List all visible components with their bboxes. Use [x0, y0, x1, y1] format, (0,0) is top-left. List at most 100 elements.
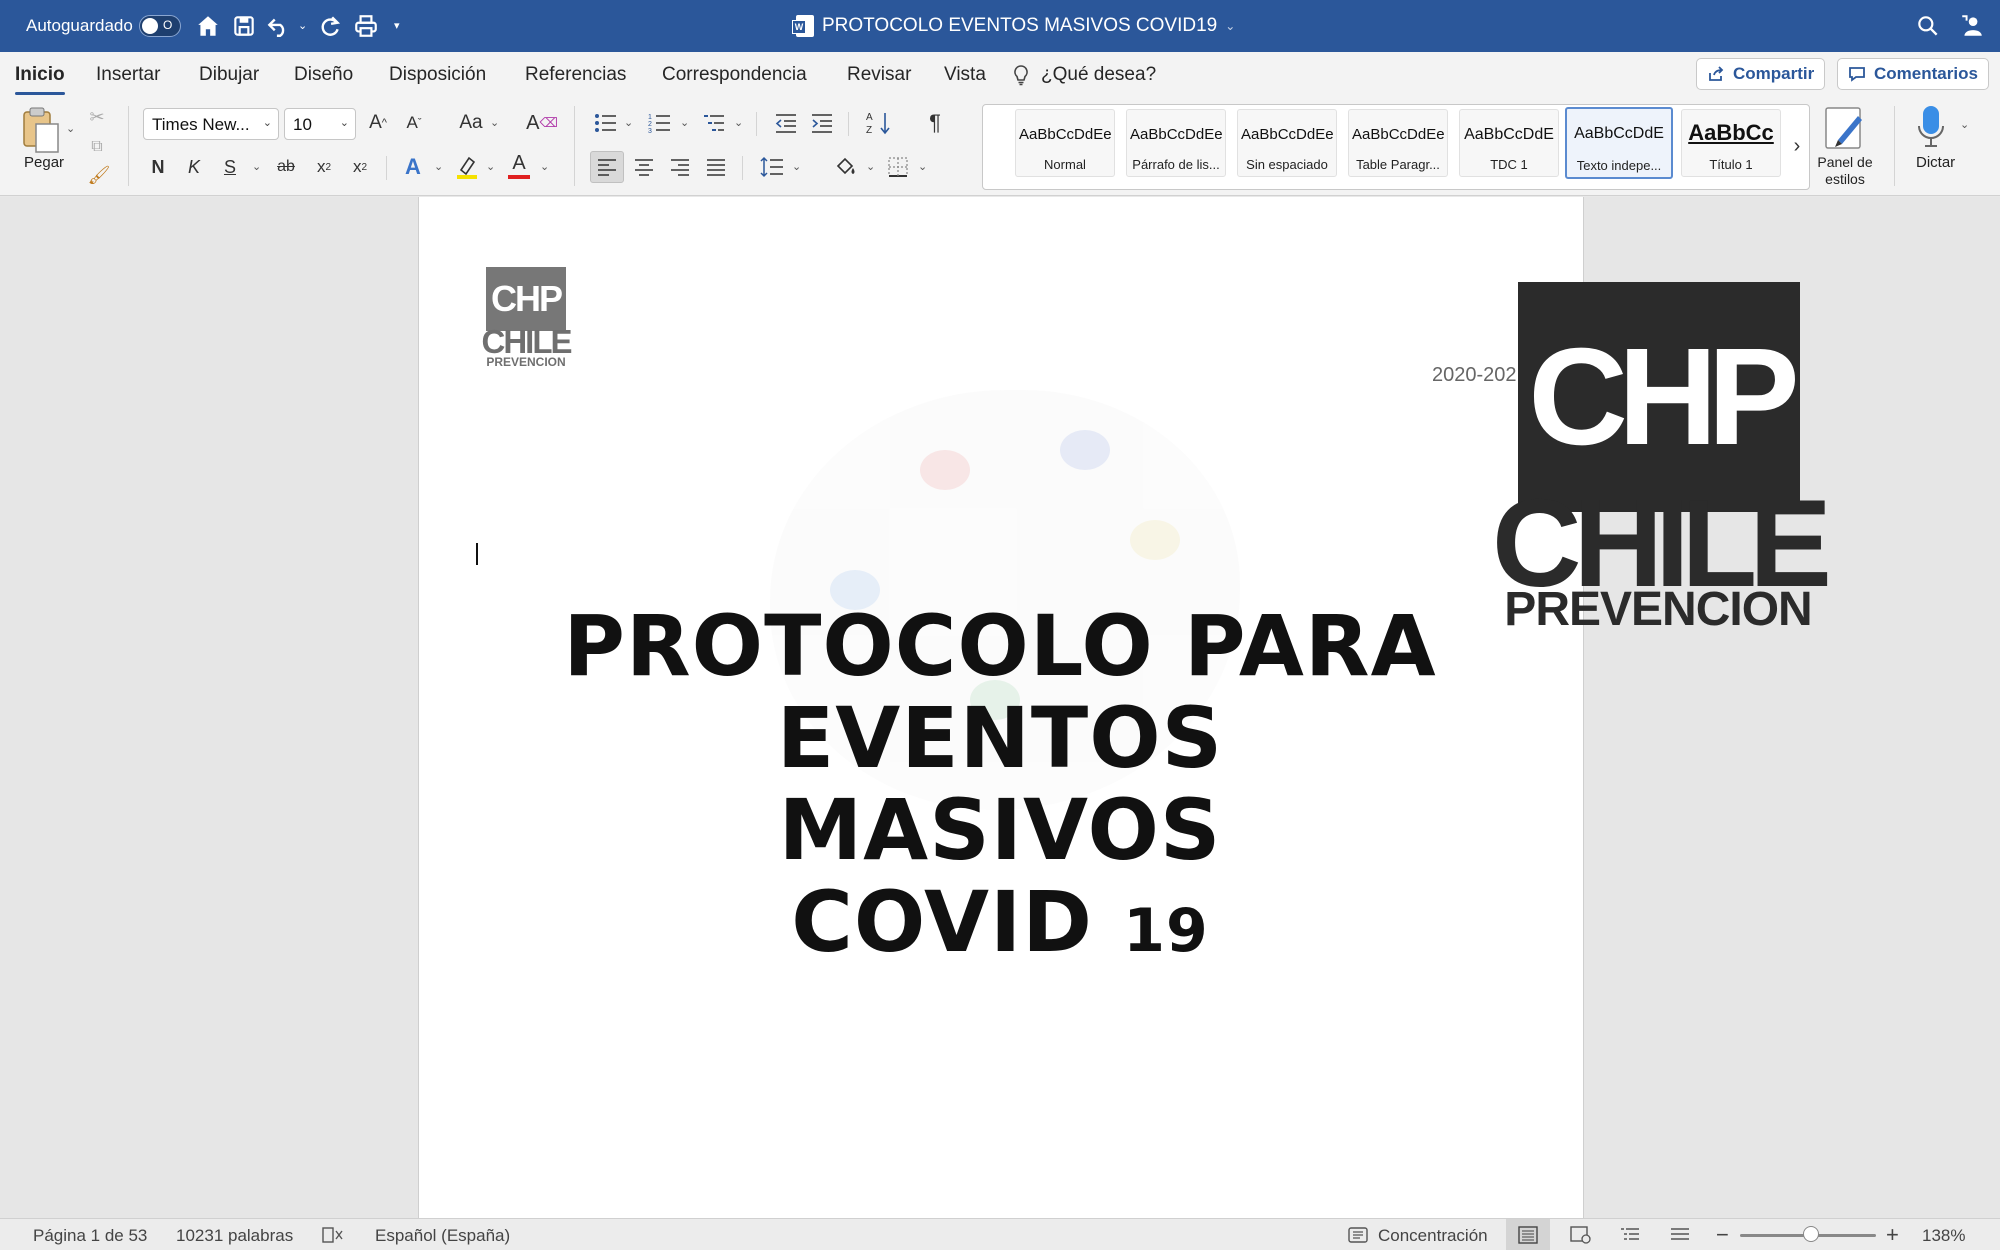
italic-button[interactable]: K — [182, 152, 206, 182]
format-painter-icon[interactable]: 🖌 — [86, 160, 112, 190]
title-chevron-down-icon[interactable]: ⌄ — [1225, 19, 1235, 33]
undo-icon[interactable] — [262, 10, 294, 42]
align-right-icon[interactable] — [666, 152, 694, 182]
bold-button[interactable]: N — [146, 152, 170, 182]
language-indicator[interactable]: Español (España) — [375, 1226, 510, 1246]
grow-font-icon[interactable]: A ^ — [366, 108, 390, 138]
align-center-icon[interactable] — [630, 152, 658, 182]
home-icon[interactable] — [192, 10, 224, 42]
bullets-icon[interactable] — [592, 108, 620, 138]
tab-vista[interactable]: Vista — [944, 64, 986, 86]
zoom-percent[interactable]: 138% — [1922, 1226, 1965, 1246]
increase-indent-icon[interactable] — [808, 108, 836, 138]
numbering-chevron-icon[interactable]: ⌄ — [680, 116, 689, 129]
dictate-chevron-icon[interactable]: ⌄ — [1960, 118, 1969, 131]
style-table-paragraph[interactable]: AaBbCcDdEe Table Paragr... — [1348, 109, 1448, 177]
highlight-icon[interactable] — [454, 152, 480, 182]
dictate-label[interactable]: Dictar — [1916, 154, 1955, 171]
tab-inicio[interactable]: Inicio — [15, 64, 65, 95]
styles-pane-label[interactable]: Panel de estilos — [1810, 154, 1880, 188]
change-case-chevron-icon[interactable]: ⌄ — [490, 116, 499, 129]
line-spacing-icon[interactable] — [758, 152, 786, 182]
line-spacing-chevron-icon[interactable]: ⌄ — [792, 160, 801, 173]
share-person-icon[interactable] — [1956, 10, 1988, 42]
bullets-chevron-icon[interactable]: ⌄ — [624, 116, 633, 129]
underline-button[interactable]: S — [218, 152, 242, 182]
copy-icon[interactable]: ⧉ — [86, 132, 108, 162]
sort-icon[interactable]: AZ — [864, 108, 894, 138]
tell-me-input[interactable]: ¿Qué desea? — [1041, 64, 1156, 86]
clear-formatting-icon[interactable]: A ⌫ — [526, 108, 558, 138]
shading-chevron-icon[interactable]: ⌄ — [866, 160, 875, 173]
show-formatting-button[interactable]: ¶ — [922, 108, 948, 138]
outline-view-icon[interactable] — [1620, 1226, 1640, 1249]
style-tdc-1[interactable]: AaBbCcDdE TDC 1 — [1459, 109, 1559, 177]
subscript-button[interactable]: x2 — [312, 152, 336, 182]
shrink-font-icon[interactable]: Aˇ — [402, 108, 426, 138]
paste-chevron-down-icon[interactable]: ⌄ — [66, 122, 75, 135]
paste-icon[interactable] — [20, 106, 60, 154]
draft-view-icon[interactable] — [1670, 1226, 1690, 1249]
font-size-select[interactable]: 10 ⌄ — [284, 108, 356, 140]
tab-insertar[interactable]: Insertar — [96, 64, 160, 86]
text-effects-button[interactable]: A — [400, 152, 426, 182]
search-icon[interactable] — [1912, 10, 1944, 42]
style-texto-independiente[interactable]: AaBbCcDdE Texto indepe... — [1565, 107, 1673, 179]
underline-chevron-icon[interactable]: ⌄ — [252, 160, 261, 173]
style-sin-espaciado[interactable]: AaBbCcDdEe Sin espaciado — [1237, 109, 1337, 177]
decrease-indent-icon[interactable] — [772, 108, 800, 138]
customize-icon[interactable]: ▾ — [394, 19, 400, 32]
style-normal[interactable]: AaBbCcDdEe Normal — [1015, 109, 1115, 177]
autosave-toggle[interactable]: O — [139, 15, 181, 37]
word-count[interactable]: 10231 palabras — [176, 1226, 293, 1246]
comments-button[interactable]: Comentarios — [1837, 58, 1989, 90]
styles-pane-icon[interactable] — [1824, 106, 1866, 150]
print-icon[interactable] — [350, 10, 382, 42]
company-logo-large[interactable]: CHP CHILE PREVENCION — [1492, 282, 1832, 636]
focus-mode-button[interactable]: Concentración — [1378, 1226, 1488, 1246]
proofing-icon[interactable] — [322, 1226, 344, 1249]
zoom-in-button[interactable]: + — [1886, 1222, 1899, 1248]
tab-revisar[interactable]: Revisar — [847, 64, 911, 86]
share-button[interactable]: Compartir — [1696, 58, 1826, 90]
shading-icon[interactable] — [832, 152, 860, 182]
font-color-chevron-icon[interactable]: ⌄ — [540, 160, 549, 173]
redo-icon[interactable] — [314, 10, 346, 42]
tab-correspondencia[interactable]: Correspondencia — [662, 64, 807, 86]
zoom-slider-handle[interactable] — [1802, 1226, 1819, 1242]
text-effects-chevron-icon[interactable]: ⌄ — [434, 160, 443, 173]
zoom-out-button[interactable]: − — [1716, 1222, 1729, 1248]
microphone-icon[interactable] — [1916, 104, 1946, 150]
tab-referencias[interactable]: Referencias — [525, 64, 626, 86]
web-layout-icon[interactable] — [1570, 1226, 1592, 1249]
justify-icon[interactable] — [702, 152, 730, 182]
document-title[interactable]: PROTOCOLO EVENTOS MASIVOS COVID19 ⌄ — [792, 15, 1235, 37]
styles-more-button[interactable]: › — [1787, 131, 1807, 161]
tab-diseno[interactable]: Diseño — [294, 64, 353, 86]
document-main-title[interactable]: PROTOCOLO PARA EVENTOS MASIVOS COVID 19 — [560, 600, 1440, 977]
tab-disposicion[interactable]: Disposición — [389, 64, 486, 86]
multilevel-list-icon[interactable] — [700, 108, 728, 138]
tab-dibujar[interactable]: Dibujar — [199, 64, 259, 86]
superscript-button[interactable]: x2 — [348, 152, 372, 182]
borders-chevron-icon[interactable]: ⌄ — [918, 160, 927, 173]
align-left-icon[interactable] — [590, 151, 624, 183]
paste-label[interactable]: Pegar — [24, 154, 64, 171]
change-case-button[interactable]: Aa — [456, 108, 486, 138]
page-count[interactable]: Página 1 de 53 — [33, 1226, 147, 1246]
font-color-button[interactable]: A — [506, 150, 532, 180]
font-name-select[interactable]: Times New... ⌄ — [143, 108, 279, 140]
undo-chevron-down-icon[interactable]: ⌄ — [298, 19, 307, 32]
focus-icon[interactable] — [1348, 1226, 1368, 1249]
lightbulb-icon[interactable] — [1012, 64, 1030, 92]
save-icon[interactable] — [228, 10, 260, 42]
highlight-chevron-icon[interactable]: ⌄ — [486, 160, 495, 173]
multilevel-chevron-icon[interactable]: ⌄ — [734, 116, 743, 129]
print-layout-icon[interactable] — [1506, 1219, 1550, 1250]
strikethrough-button[interactable]: ab — [272, 152, 300, 182]
style-titulo-1[interactable]: AaBbCc Título 1 — [1681, 109, 1781, 177]
style-parrafo-lista[interactable]: AaBbCcDdEe Párrafo de lis... — [1126, 109, 1226, 177]
borders-icon[interactable] — [884, 152, 912, 182]
cut-icon[interactable]: ✂ — [86, 102, 108, 132]
numbering-icon[interactable]: 123 — [646, 108, 674, 138]
